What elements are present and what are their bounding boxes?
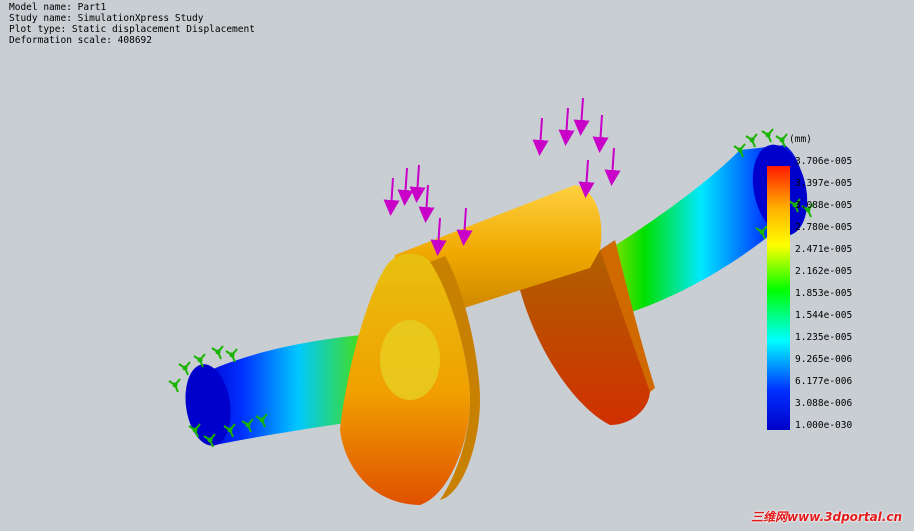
load-arrow (578, 159, 595, 198)
fixture-marker (761, 128, 774, 143)
legend-tick-label: 2.780e-005 (795, 222, 853, 233)
load-arrow (397, 167, 414, 206)
deformation-scale-label: Deformation scale: 408692 (9, 35, 152, 46)
legend-tick-label: 3.088e-006 (795, 398, 853, 409)
fixture-marker (745, 133, 758, 148)
legend-tick-label: 2.162e-005 (795, 266, 853, 277)
plot-type-label: Plot type: Static displacement Displacem… (9, 24, 255, 35)
left-crank-web (340, 253, 480, 505)
load-arrow (418, 184, 435, 223)
legend-tick-label: 2.471e-005 (795, 244, 853, 255)
fixture-marker (168, 378, 181, 393)
fixture-marker (775, 133, 788, 148)
fixture-marker (225, 348, 238, 363)
legend-tick-label: 9.265e-006 (795, 354, 853, 365)
legend-tick-label: 1.853e-005 (795, 288, 853, 299)
legend-tick-label: 1.235e-005 (795, 332, 853, 343)
load-arrow (592, 114, 609, 153)
legend-tick-label: 1.000e-030 (795, 420, 853, 431)
fixture-marker (178, 361, 191, 376)
load-arrow (558, 107, 575, 146)
legend-units: (mm) (789, 134, 812, 145)
legend-tick-label: 6.177e-006 (795, 376, 853, 387)
model-name-label: Model name: Part1 (9, 2, 107, 13)
legend-tick-label: 3.088e-005 (795, 200, 853, 211)
legend-tick-label: 1.544e-005 (795, 310, 853, 321)
load-arrow (532, 117, 549, 156)
fixture-marker (211, 345, 224, 360)
load-arrow (573, 97, 590, 136)
legend-color-bar (767, 166, 790, 430)
study-info: Model name: Part1 Study name: Simulation… (9, 2, 255, 46)
study-name-label: Study name: SimulationXpress Study (9, 13, 204, 24)
legend-tick-label: 3.397e-005 (795, 178, 853, 189)
load-arrow (383, 177, 400, 216)
load-arrow (604, 147, 621, 186)
legend-tick-label: 3.706e-005 (795, 156, 853, 167)
load-arrow (409, 164, 426, 203)
watermark: 三维网www.3dportal.cn (751, 510, 902, 524)
